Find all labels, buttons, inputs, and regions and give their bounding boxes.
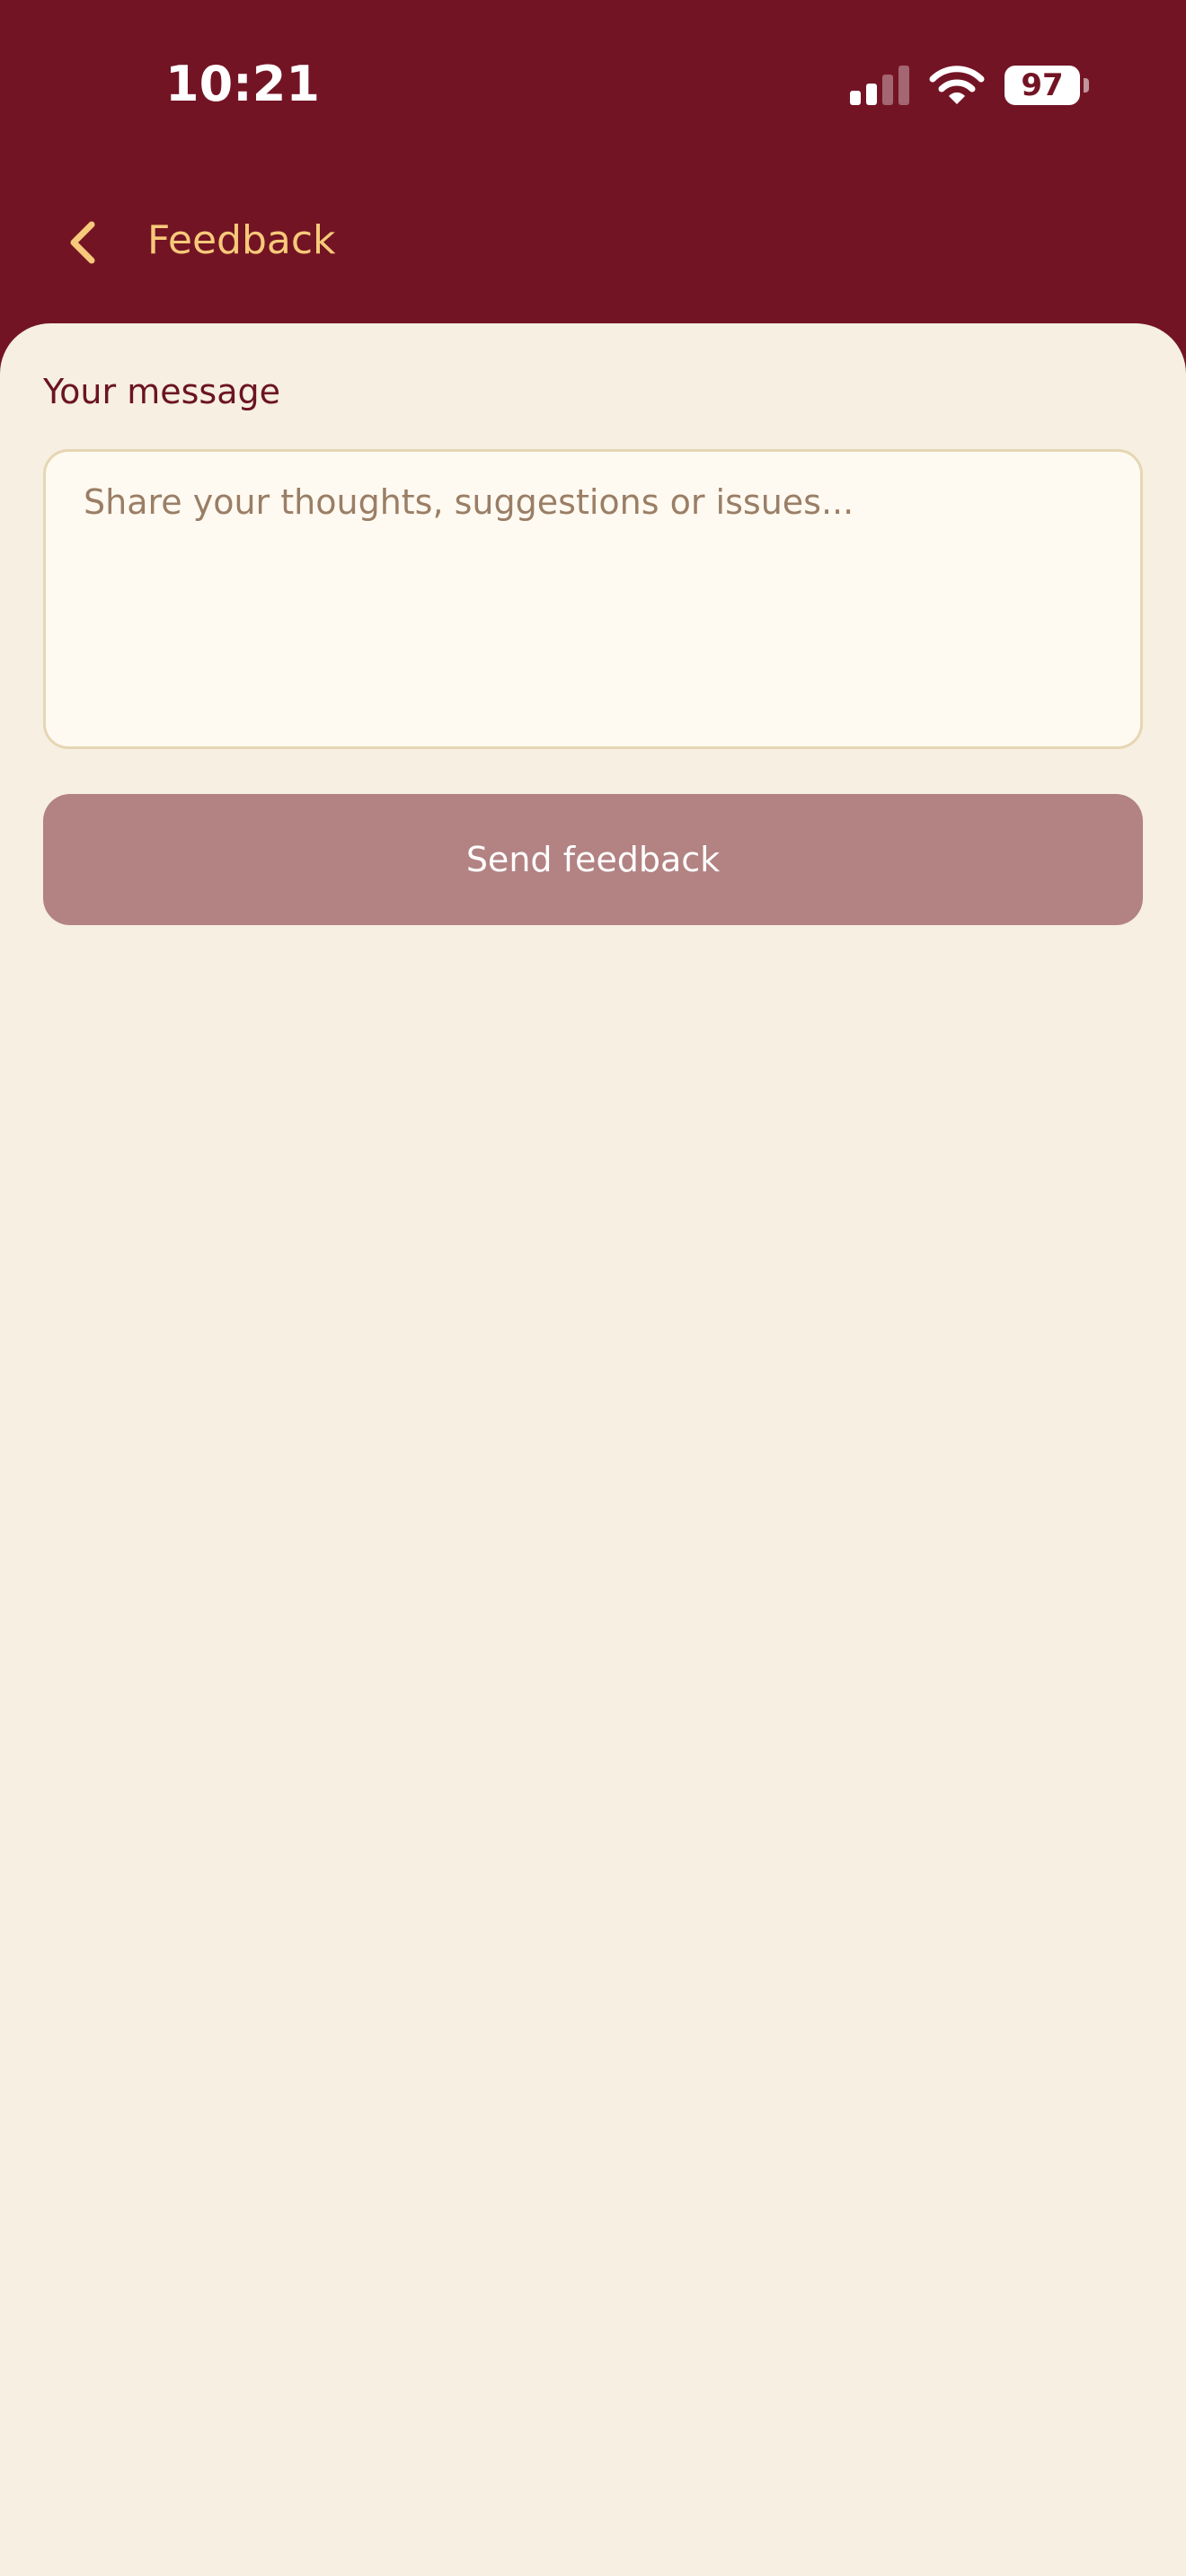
status-time: 10:21 <box>165 56 320 112</box>
status-icons: 97 <box>850 65 1089 106</box>
wifi-icon <box>929 66 985 104</box>
message-label: Your message <box>43 372 280 411</box>
page-title: Feedback <box>147 217 336 263</box>
send-feedback-button[interactable]: Send feedback <box>43 794 1143 925</box>
content-sheet: Your message Send feedback <box>0 323 1186 2576</box>
back-button[interactable] <box>50 210 115 275</box>
nav-header: Feedback <box>0 198 1186 296</box>
feedback-screen: 10:21 97 Feedback Your message Share you… <box>0 0 1186 2576</box>
signal-icon <box>850 66 909 105</box>
battery-icon: 97 <box>1005 66 1089 105</box>
message-input[interactable] <box>43 449 1143 749</box>
status-bar: 10:21 97 <box>0 0 1186 180</box>
chevron-left-icon <box>70 221 95 264</box>
battery-level: 97 <box>1021 67 1064 103</box>
